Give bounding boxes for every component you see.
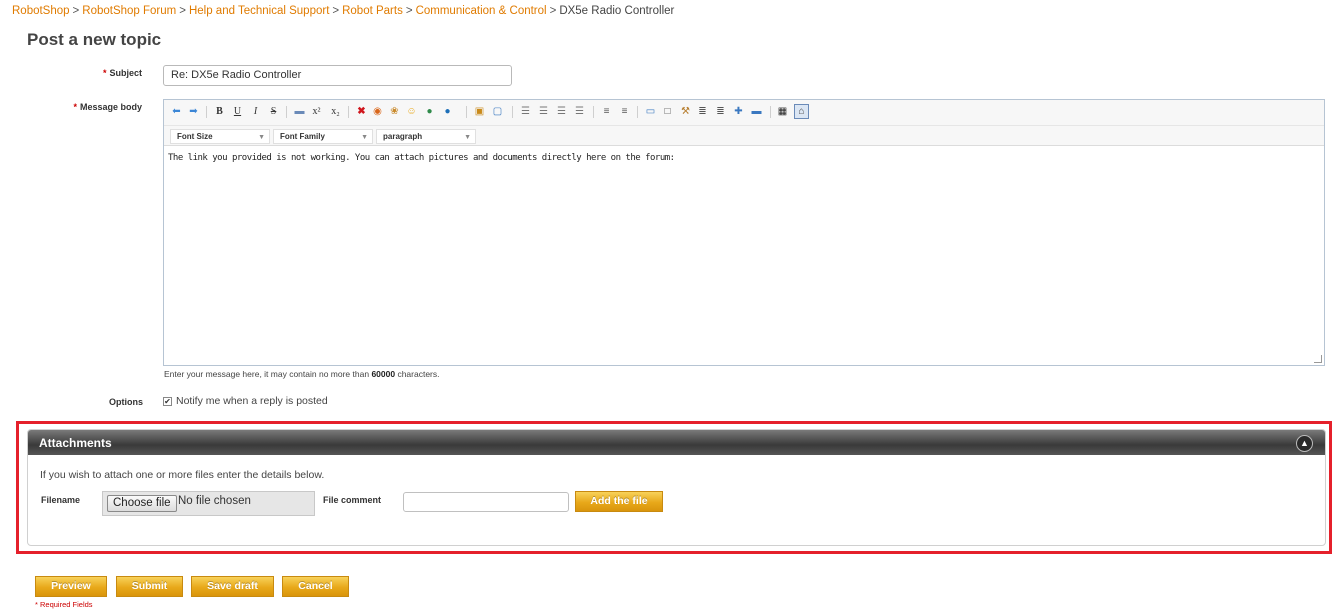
- smiley-icon[interactable]: ☺: [405, 105, 418, 118]
- breadcrumb-link-help[interactable]: Help and Technical Support: [189, 5, 329, 17]
- notify-checkbox[interactable]: ✔: [163, 397, 172, 406]
- undo-icon[interactable]: ⬅: [170, 105, 183, 118]
- chevron-down-icon: ▼: [258, 134, 265, 141]
- text-color-icon[interactable]: ◉: [371, 105, 384, 118]
- filename-label: Filename: [41, 495, 81, 505]
- break-icon[interactable]: ▬: [750, 105, 763, 118]
- breadcrumb-link-communication[interactable]: Communication & Control: [416, 5, 547, 17]
- background-color-icon[interactable]: ❀: [388, 105, 401, 118]
- save-draft-button[interactable]: Save draft: [191, 576, 274, 597]
- italic-icon[interactable]: I: [249, 105, 262, 118]
- redo-icon[interactable]: ➡: [187, 105, 200, 118]
- preview-button[interactable]: Preview: [35, 576, 107, 597]
- horizontal-rule-icon[interactable]: ▬: [293, 105, 306, 118]
- collapse-icon[interactable]: ▲: [1296, 435, 1313, 452]
- clean-icon[interactable]: ⚒: [679, 105, 692, 118]
- editor-format-bar: Font Size ▼ Font Family ▼ paragraph ▼: [164, 126, 1324, 146]
- unordered-list-icon[interactable]: ≡: [618, 105, 631, 118]
- subject-label: * Subject: [102, 68, 142, 78]
- unlink-icon[interactable]: ●: [441, 105, 454, 118]
- attachments-panel: Attachments ▲ If you wish to attach one …: [27, 429, 1326, 546]
- align-center-icon[interactable]: ☰: [537, 105, 550, 118]
- code-icon[interactable]: □: [661, 105, 674, 118]
- superscript-icon[interactable]: x²: [310, 105, 323, 118]
- underline-icon[interactable]: U: [231, 105, 244, 118]
- subscript-icon[interactable]: x₂: [329, 105, 342, 118]
- breadcrumb-link-robot-parts[interactable]: Robot Parts: [342, 5, 403, 17]
- font-family-select[interactable]: Font Family ▼: [273, 129, 373, 144]
- page-title: Post a new topic: [27, 30, 162, 49]
- message-hint: Enter your message here, it may contain …: [164, 369, 440, 379]
- breadcrumb-link-forum[interactable]: RobotShop Forum: [82, 5, 176, 17]
- attachments-info: If you wish to attach one or more files …: [40, 469, 325, 481]
- quote-icon[interactable]: ▭: [644, 105, 657, 118]
- attachments-title: Attachments: [39, 436, 112, 450]
- file-input[interactable]: Choose file No file chosen: [102, 491, 315, 516]
- format-select[interactable]: paragraph ▼: [376, 129, 476, 144]
- breadcrumb-current: DX5e Radio Controller: [559, 5, 675, 17]
- chevron-down-icon: ▼: [464, 134, 471, 141]
- breadcrumb-link-robotshop[interactable]: RobotShop: [12, 5, 70, 17]
- message-body-label: * Message body: [73, 102, 142, 112]
- strikethrough-icon[interactable]: S: [267, 105, 280, 118]
- html-source-icon[interactable]: ⌂: [794, 104, 809, 119]
- anchor-icon[interactable]: ✚: [732, 105, 745, 118]
- notify-label[interactable]: Notify me when a reply is posted: [176, 395, 328, 407]
- resize-handle[interactable]: [1314, 355, 1322, 363]
- attachments-header[interactable]: Attachments ▲: [28, 430, 1325, 455]
- bold-icon[interactable]: B: [213, 105, 226, 118]
- file-comment-label: File comment: [323, 495, 382, 505]
- file-comment-input[interactable]: [403, 492, 569, 512]
- align-left-icon[interactable]: ☰: [519, 105, 532, 118]
- font-size-select[interactable]: Font Size ▼: [170, 129, 270, 144]
- remove-format-icon[interactable]: ✖: [355, 105, 368, 118]
- message-editor[interactable]: ⬅ ➡ B U I S ▬ x² x₂ ✖ ◉ ❀ ☺ ● ● ▣ ▢ ☰ ☰ …: [163, 99, 1325, 366]
- editor-toolbar: ⬅ ➡ B U I S ▬ x² x₂ ✖ ◉ ❀ ☺ ● ● ▣ ▢ ☰ ☰ …: [164, 100, 1324, 126]
- breadcrumb: RobotShop > RobotShop Forum > Help and Techn…: [12, 5, 675, 17]
- ordered-list-icon[interactable]: ≡: [600, 105, 613, 118]
- cancel-button[interactable]: Cancel: [282, 576, 349, 597]
- indent-icon[interactable]: ≣: [696, 105, 709, 118]
- required-note: * Required Fields: [35, 600, 93, 609]
- subject-input[interactable]: Re: DX5e Radio Controller: [163, 65, 512, 86]
- media-icon[interactable]: ▢: [491, 105, 504, 118]
- no-file-text: No file chosen: [178, 495, 251, 507]
- add-file-button[interactable]: Add the file: [575, 491, 663, 512]
- image-icon[interactable]: ▣: [473, 105, 486, 118]
- editor-content[interactable]: The link you provided is not working. Yo…: [168, 153, 675, 163]
- align-right-icon[interactable]: ☰: [555, 105, 568, 118]
- chevron-down-icon: ▼: [361, 134, 368, 141]
- link-icon[interactable]: ●: [423, 105, 436, 118]
- fullscreen-icon[interactable]: ▦: [776, 105, 789, 118]
- align-justify-icon[interactable]: ☰: [573, 105, 586, 118]
- choose-file-button[interactable]: Choose file: [107, 495, 177, 512]
- outdent-icon[interactable]: ≣: [714, 105, 727, 118]
- submit-button[interactable]: Submit: [116, 576, 183, 597]
- options-label: Options: [109, 397, 143, 407]
